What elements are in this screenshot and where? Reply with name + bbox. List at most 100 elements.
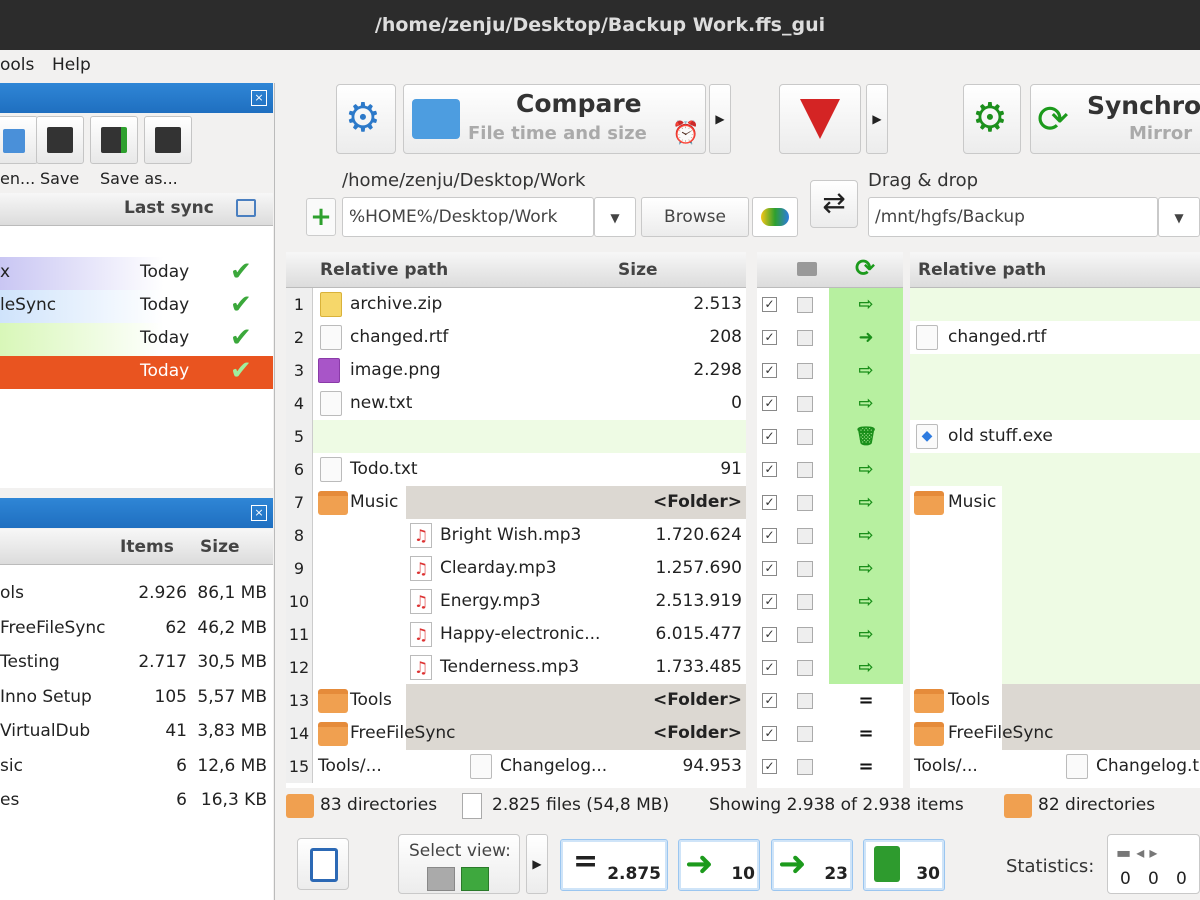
sync-action-equal[interactable]: =	[829, 717, 903, 750]
show-create-button[interactable]: ➜ 10	[678, 839, 760, 891]
synchronize-button[interactable]: ⟳ Synchro Mirror	[1030, 84, 1200, 154]
swap-sides-button[interactable]: ⇄	[810, 180, 858, 228]
last-sync-header[interactable]: Last sync	[124, 198, 214, 218]
include-checkbox[interactable]: ✓	[762, 330, 777, 345]
include-checkbox[interactable]: ✓	[762, 759, 777, 774]
file-row[interactable]: 5	[286, 420, 746, 453]
include-checkbox[interactable]: ✓	[762, 297, 777, 312]
right-file-row[interactable]: Music	[910, 486, 1200, 519]
overview-row[interactable]: Testing 2.717 30,5 MB	[0, 646, 273, 679]
include-checkbox[interactable]: ✓	[762, 363, 777, 378]
right-file-row[interactable]	[910, 387, 1200, 420]
folder-row[interactable]: 13 Tools <Folder>	[286, 684, 746, 717]
include-checkbox[interactable]: ✓	[762, 429, 777, 444]
sync-log-button[interactable]	[297, 838, 349, 890]
sync-action-copy[interactable]: ⇨	[829, 519, 903, 552]
menu-tools[interactable]: ools	[0, 55, 34, 75]
overview-row[interactable]: VirtualDub 41 3,83 MB	[0, 715, 273, 748]
include-checkbox[interactable]: ✓	[762, 396, 777, 411]
sync-action-copy[interactable]: ⇨	[829, 486, 903, 519]
include-checkbox[interactable]: ✓	[762, 528, 777, 543]
config-row-selected[interactable]: Today ✔	[0, 356, 273, 389]
include-checkbox[interactable]: ✓	[762, 660, 777, 675]
right-file-row[interactable]: FreeFileSync	[910, 717, 1200, 750]
compare-settings-button[interactable]: ⚙	[336, 84, 396, 154]
add-folder-pair-button[interactable]: +	[306, 198, 336, 236]
right-file-row[interactable]: ◆ old stuff.exe	[910, 420, 1200, 453]
save-batch-button[interactable]	[144, 116, 192, 164]
right-file-row[interactable]: Tools/... Changelog.t	[910, 750, 1200, 783]
config-row[interactable]: Today ✔	[0, 323, 273, 356]
overview-row[interactable]: FreeFileSync 62 46,2 MB	[0, 612, 273, 645]
sync-action-delete[interactable]: 🗑	[829, 420, 903, 453]
view-dropdown[interactable]: ▶	[526, 834, 548, 894]
overview-row[interactable]: ols 2.926 86,1 MB	[0, 577, 273, 610]
include-checkbox[interactable]: ✓	[762, 627, 777, 642]
compare-button[interactable]: Compare File time and size ⏰	[403, 84, 706, 154]
compare-dropdown[interactable]: ▶	[709, 84, 731, 154]
file-row[interactable]: 10 ♫ Energy.mp3 2.513.919	[286, 585, 746, 618]
file-row[interactable]: 15 Tools/... Changelog... 94.953	[286, 750, 746, 783]
file-row[interactable]: 4 new.txt 0	[286, 387, 746, 420]
category-view-icon[interactable]	[427, 867, 455, 891]
browse-button[interactable]: Browse	[641, 197, 749, 237]
sync-action-copy[interactable]: ⇨	[829, 354, 903, 387]
sync-action-copy[interactable]: ⇨	[829, 453, 903, 486]
menu-help[interactable]: Help	[52, 55, 91, 75]
right-file-row[interactable]: Tools	[910, 684, 1200, 717]
cloud-button[interactable]	[752, 197, 798, 237]
size-header[interactable]: Size	[618, 260, 658, 280]
sync-action-icon[interactable]: ⟳	[855, 254, 875, 282]
open-button[interactable]	[0, 116, 38, 164]
include-checkbox[interactable]: ✓	[762, 561, 777, 576]
filter-button[interactable]	[779, 84, 861, 154]
sync-action-copy[interactable]: ⇨	[829, 552, 903, 585]
action-view-icon[interactable]	[461, 867, 489, 891]
config-row[interactable]: leSync Today ✔	[0, 290, 273, 323]
sync-action-copy[interactable]: ⇨	[829, 387, 903, 420]
include-checkbox[interactable]: ✓	[762, 495, 777, 510]
save-as-button[interactable]	[90, 116, 138, 164]
file-row[interactable]: 8 ♫ Bright Wish.mp3 1.720.624	[286, 519, 746, 552]
include-checkbox[interactable]: ✓	[762, 594, 777, 609]
overview-row[interactable]: sic 6 12,6 MB	[0, 750, 273, 783]
sync-action-equal[interactable]: =	[829, 750, 903, 783]
right-file-row[interactable]	[910, 651, 1200, 684]
overview-row[interactable]: es 6 16,3 KB	[0, 784, 273, 817]
right-file-row[interactable]	[910, 288, 1200, 321]
save-button[interactable]	[36, 116, 84, 164]
right-path-input[interactable]: /mnt/hgfs/Backup	[868, 197, 1158, 237]
right-file-row[interactable]	[910, 585, 1200, 618]
show-equal-button[interactable]: = 2.875	[560, 839, 668, 891]
sync-action-copy[interactable]: ⇨	[829, 585, 903, 618]
file-row[interactable]: 9 ♫ Clearday.mp3 1.257.690	[286, 552, 746, 585]
right-file-row[interactable]	[910, 618, 1200, 651]
config-row[interactable]: x Today ✔	[0, 257, 273, 290]
right-path-dropdown[interactable]: ▼	[1158, 197, 1200, 237]
folder-row[interactable]: 14 FreeFileSync <Folder>	[286, 717, 746, 750]
file-row[interactable]: 12 ♫ Tenderness.mp3 1.733.485	[286, 651, 746, 684]
category-icon[interactable]	[797, 262, 817, 276]
sync-action-copy[interactable]: ⇨	[829, 288, 903, 321]
file-row[interactable]: 2 changed.rtf 208	[286, 321, 746, 354]
columns-icon[interactable]	[236, 199, 256, 217]
sync-settings-button[interactable]: ⚙	[963, 84, 1021, 154]
file-row[interactable]: 1 archive.zip 2.513	[286, 288, 746, 321]
show-delete-button[interactable]: 30	[863, 839, 945, 891]
include-checkbox[interactable]: ✓	[762, 693, 777, 708]
include-checkbox[interactable]: ✓	[762, 726, 777, 741]
right-file-row[interactable]	[910, 519, 1200, 552]
items-header[interactable]: Items	[120, 537, 174, 557]
overview-row[interactable]: Inno Setup 105 5,57 MB	[0, 681, 273, 714]
right-file-row[interactable]	[910, 453, 1200, 486]
folder-row[interactable]: 7 Music <Folder>	[286, 486, 746, 519]
left-path-dropdown[interactable]: ▼	[594, 197, 636, 237]
file-row[interactable]: 11 ♫ Happy-electronic... 6.015.477	[286, 618, 746, 651]
sync-action-copy[interactable]: ➜	[829, 321, 903, 354]
size-header[interactable]: Size	[200, 537, 240, 557]
right-file-row[interactable]	[910, 354, 1200, 387]
file-row[interactable]: 6 Todo.txt 91	[286, 453, 746, 486]
relative-path-header[interactable]: Relative path	[320, 260, 448, 280]
sync-action-copy[interactable]: ⇨	[829, 618, 903, 651]
sync-action-copy[interactable]: ⇨	[829, 651, 903, 684]
